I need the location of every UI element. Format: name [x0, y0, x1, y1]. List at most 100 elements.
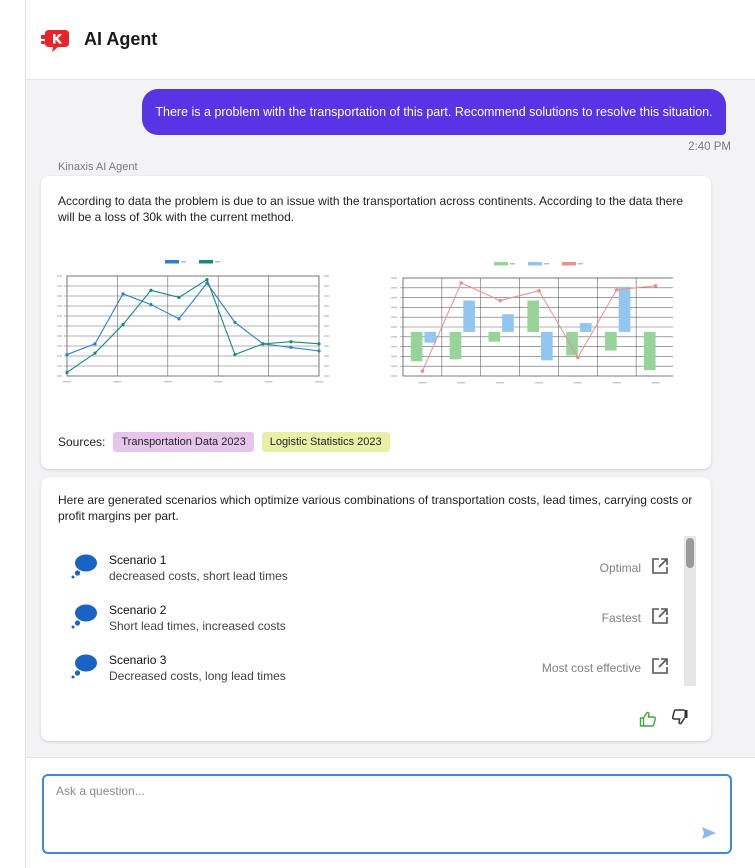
thumbs-up-icon[interactable]: [639, 710, 657, 728]
scenario-title: Scenario 3: [109, 653, 167, 667]
data-point: [149, 288, 153, 292]
data-point: [614, 287, 619, 292]
open-in-new-icon[interactable]: [651, 557, 669, 575]
sources-row: Sources: Transportation Data 2023 Logist…: [58, 432, 398, 452]
bar: [643, 331, 656, 371]
y-tick-label: [57, 375, 62, 377]
x-tick-label: [214, 381, 223, 383]
message-timestamp: 2:40 PM: [688, 141, 731, 153]
x-tick-label: [612, 382, 621, 384]
scenario-description: Decreased costs, long lead times: [109, 669, 286, 683]
data-point: [537, 288, 541, 293]
analysis-text: According to data the problem is due to …: [58, 194, 684, 224]
x-tick-label: [457, 382, 466, 384]
legend-swatch: [494, 262, 508, 266]
y-tick-label: [391, 306, 397, 309]
scenario-item-3[interactable]: Scenario 3 Decreased costs, long lead ti…: [41, 643, 689, 687]
y-tick-label: [391, 375, 397, 377]
bar: [502, 314, 514, 332]
data-point: [576, 355, 580, 360]
y2-tick-label: [324, 315, 329, 317]
y-tick-label: [57, 275, 62, 277]
data-point: [289, 340, 293, 344]
data-point: [653, 284, 658, 288]
y-tick-label: [57, 355, 62, 357]
y-tick-label: [391, 277, 397, 279]
x-tick-label: [113, 381, 122, 383]
x-tick-label: [651, 382, 660, 384]
x-tick-label: [315, 381, 323, 383]
data-point: [65, 370, 69, 375]
y2-tick-label: [324, 355, 329, 357]
bar: [410, 331, 423, 362]
scenarios-card: Here are generated scenarios which optim…: [41, 477, 711, 741]
data-point: [121, 322, 125, 327]
y-tick-label: [391, 326, 397, 328]
y-tick-label: [57, 365, 62, 367]
open-in-new-icon[interactable]: [651, 607, 669, 625]
open-in-new-icon[interactable]: [651, 657, 669, 675]
bar: [541, 331, 553, 361]
y-tick-label: [57, 285, 62, 287]
chat-bubble-icon: [71, 604, 97, 629]
x-tick-label: [496, 382, 505, 384]
legend-label-mark: [510, 263, 515, 265]
user-message-bubble: There is a problem with the transportati…: [142, 89, 726, 135]
scenario-item-2[interactable]: Scenario 2 Short lead times, increased c…: [41, 593, 689, 643]
bar: [527, 300, 539, 332]
y2-tick-label: [324, 275, 329, 277]
x-tick-label: [264, 381, 273, 383]
thumbs-down-icon[interactable]: [671, 708, 689, 726]
scenario-title: Scenario 1: [109, 553, 167, 567]
y-tick-label: [391, 355, 397, 358]
question-input-box[interactable]: [42, 774, 732, 854]
data-point: [177, 317, 181, 321]
chat-bubble-icon: [71, 554, 97, 579]
scenario-item-1[interactable]: Scenario 1 decreased costs, short lead t…: [41, 543, 689, 593]
x-tick-label: [63, 381, 71, 383]
x-tick-label: [535, 382, 543, 384]
data-point: [93, 342, 97, 346]
app-header: AI Agent: [26, 0, 755, 80]
data-point: [177, 295, 181, 300]
x-tick-label: [573, 382, 582, 384]
x-tick-label: [418, 382, 427, 384]
y-tick-label: [391, 365, 397, 367]
scenario-list-scrollbar[interactable]: [684, 536, 696, 686]
data-point: [65, 352, 69, 357]
analysis-card: According to data the problem is due to …: [41, 176, 711, 469]
data-point: [233, 320, 237, 325]
data-point: [93, 351, 97, 355]
y-tick-label: [391, 336, 397, 338]
app-frame: AI Agent There is a problem with the tra…: [25, 0, 755, 868]
legend-swatch: [199, 260, 213, 264]
scrollbar-thumb[interactable]: [686, 538, 694, 568]
bar-line-chart: [391, 262, 673, 384]
y2-tick-label: [324, 365, 329, 367]
data-point: [121, 292, 125, 296]
scenario-description: decreased costs, short lead times: [109, 569, 288, 583]
y-tick-label: [391, 296, 397, 299]
sources-label: Sources:: [58, 435, 106, 449]
y-tick-label: [57, 345, 62, 347]
bar: [618, 286, 631, 332]
source-chip-logistics[interactable]: Logistic Statistics 2023: [261, 432, 390, 452]
user-message-text: There is a problem with the transportati…: [155, 105, 713, 119]
y2-tick-label: [324, 335, 329, 337]
question-input[interactable]: [56, 784, 676, 844]
app-title: AI Agent: [84, 29, 158, 49]
send-icon[interactable]: [700, 824, 718, 842]
scenario-list: Scenario 1 decreased costs, short lead t…: [41, 535, 689, 687]
scenario-tag: Most cost effective: [541, 661, 641, 675]
y-tick-label: [57, 305, 62, 307]
bar: [463, 300, 475, 332]
data-point: [317, 342, 321, 346]
y2-tick-label: [324, 285, 329, 287]
data-point: [317, 349, 321, 353]
y2-tick-label: [324, 375, 329, 377]
y-tick-label: [57, 335, 62, 337]
legend-label-mark: [578, 263, 583, 265]
bar: [566, 331, 578, 356]
source-chip-transportation[interactable]: Transportation Data 2023: [113, 432, 254, 452]
data-point: [261, 342, 265, 346]
